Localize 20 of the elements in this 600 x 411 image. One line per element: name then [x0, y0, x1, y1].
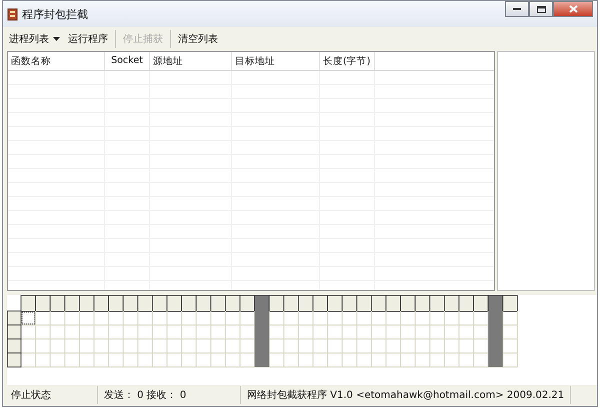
dropdown-caret-icon[interactable]	[53, 37, 60, 41]
status-text: 发送： 0 接收： 0	[98, 386, 241, 404]
minimize-icon[interactable]	[513, 7, 521, 11]
column-header[interactable]: 目标地址	[232, 52, 320, 70]
column-header[interactable]: Socket	[105, 52, 150, 70]
status-text: 网络封包截获程序 V1.0 <etomahawk@hotmail.com> 2009.02.21	[241, 386, 572, 404]
column-header[interactable]: 源地址	[150, 52, 232, 70]
minimize-button[interactable]	[505, 1, 529, 17]
toolbar-button[interactable]: 清空列表	[174, 30, 222, 48]
status-text: 停止状态	[5, 386, 98, 404]
column-header[interactable]: 函数名称	[8, 52, 105, 70]
maximize-button[interactable]	[529, 1, 553, 17]
close-button[interactable]	[553, 1, 593, 17]
maximize-icon[interactable]	[536, 6, 546, 12]
close-icon[interactable]	[568, 5, 578, 13]
app-icon	[7, 8, 18, 20]
toolbar-button[interactable]: 进程列表	[5, 30, 64, 48]
toolbar-button[interactable]: 运行程序	[64, 30, 112, 48]
column-header[interactable]: 长度(字节)	[320, 52, 375, 70]
window-title: 程序封包拦截	[22, 6, 89, 22]
